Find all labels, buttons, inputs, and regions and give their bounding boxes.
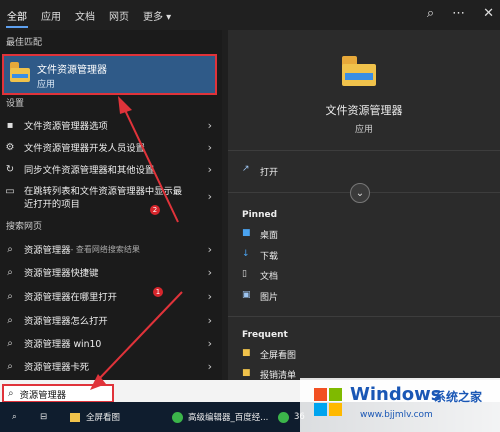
windows-logo-icon [314, 388, 344, 418]
expand-chevron-icon[interactable]: ⌄ [350, 183, 370, 203]
settings-item-sync[interactable]: ↻ 同步文件资源管理器和其他设置 › [0, 158, 222, 180]
best-match-result[interactable]: 文件资源管理器 应用 [2, 54, 217, 95]
web-item-main[interactable]: ⌕ 资源管理器 - 查看网络搜索结果 › [0, 238, 222, 260]
web-item-extra: - 查看网络搜索结果 [70, 244, 140, 254]
close-icon[interactable]: ✕ [483, 6, 494, 21]
web-item-label: 资源管理器快捷键 [24, 268, 99, 279]
tab-web[interactable]: 网页 [102, 0, 136, 30]
settings-item-label: 在跳转列表和文件资源管理器中显示最近打开的项目 [24, 186, 183, 210]
chevron-right-icon[interactable]: › [208, 141, 212, 154]
task-view-icon[interactable]: ⊟ [40, 402, 47, 432]
browser-icon [172, 411, 183, 423]
folder-options-icon: ▪ [6, 119, 14, 131]
tab-documents[interactable]: 文档 [68, 0, 102, 30]
open-label: 打开 [260, 168, 279, 178]
search-icon: ⌕ [7, 290, 13, 302]
chevron-right-icon[interactable]: › [208, 266, 212, 279]
chevron-right-icon[interactable]: › [208, 163, 212, 176]
settings-item-label: 文件资源管理器选项 [24, 121, 108, 132]
more-options-icon[interactable]: ⋯ [452, 6, 465, 21]
tab-all[interactable]: 全部 [0, 0, 34, 30]
results-panel: 最佳匹配 文件资源管理器 应用 设置 ▪ 文件资源管理器选项 › ⚙ 文件资源管… [0, 30, 222, 380]
chevron-right-icon[interactable]: › [208, 360, 212, 373]
feedback-icon[interactable]: ⌕ [427, 6, 434, 21]
best-match-heading: 最佳匹配 [6, 38, 43, 48]
file-explorer-large-icon [342, 56, 376, 86]
pinned-item-label: 桌面 [260, 231, 279, 241]
pinned-item-label: 文档 [260, 272, 279, 282]
search-filter-bar: 全部 应用 文档 网页 更多 ▾ ⌕ ⋯ ✕ [0, 0, 500, 30]
preview-app-type: 应用 [354, 125, 373, 135]
frequent-item-label: 全屏看图 [260, 351, 297, 361]
sync-icon: ↻ [5, 163, 15, 175]
download-icon: ↓ [242, 249, 250, 259]
web-item-label: 资源管理器 [24, 245, 71, 256]
settings-heading: 设置 [6, 99, 25, 109]
chevron-right-icon[interactable]: › [208, 119, 212, 132]
developer-settings-icon: ⚙ [5, 141, 15, 153]
tab-more[interactable]: 更多 ▾ [136, 0, 178, 30]
folder-icon [70, 412, 80, 422]
search-input[interactable]: ⌕ 资源管理器 [2, 384, 114, 403]
taskbar-item-label: 高级编辑器_百度经... [188, 413, 269, 423]
web-item-label: 资源管理器 win10 [24, 339, 102, 350]
best-match-name: 文件资源管理器 [37, 65, 107, 76]
pinned-heading: Pinned [242, 210, 278, 220]
chevron-right-icon[interactable]: › [208, 314, 212, 327]
web-item-label: 资源管理器怎么打开 [24, 316, 108, 327]
watermark-brand: Windows [350, 384, 442, 405]
web-search-heading: 搜索网页 [6, 222, 43, 232]
best-match-type: 应用 [37, 80, 56, 90]
preview-panel: 文件资源管理器 应用 ↗ 打开 ⌄ Pinned ■ 桌面 ↓ 下载 ▯ 文档 … [228, 30, 500, 381]
web-item-shortcut[interactable]: ⌕ 资源管理器快捷键 › [0, 261, 222, 283]
picture-icon: ▣ [242, 290, 251, 300]
settings-item-jumplist[interactable]: ▭ 在跳转列表和文件资源管理器中显示最近打开的项目 › [0, 182, 222, 214]
divider [228, 150, 500, 151]
open-icon: ↗ [242, 164, 250, 174]
settings-item-label: 同步文件资源管理器和其他设置 [24, 165, 155, 176]
pinned-item-label: 下载 [260, 252, 279, 262]
search-icon[interactable]: ⌕ [12, 402, 17, 432]
settings-item-label: 文件资源管理器开发人员设置 [24, 143, 145, 154]
divider [228, 316, 500, 317]
desktop-icon: ■ [242, 228, 251, 238]
web-item-freeze[interactable]: ⌕ 资源管理器卡死 › [0, 355, 222, 377]
search-input-value: 资源管理器 [19, 389, 67, 401]
watermark-url: www.bjjmlv.com [360, 410, 433, 420]
taskbar-item-label: 全屏看图 [86, 413, 121, 423]
web-item-where[interactable]: ⌕ 资源管理器在哪里打开 › [0, 285, 222, 307]
web-item-label: 资源管理器在哪里打开 [24, 292, 117, 303]
chevron-right-icon[interactable]: › [208, 243, 212, 256]
preview-app-name: 文件资源管理器 [325, 104, 403, 117]
frequent-heading: Frequent [242, 330, 288, 340]
search-icon: ⌕ [7, 337, 13, 349]
tab-apps[interactable]: 应用 [34, 0, 68, 30]
step-badge-1: 1 [153, 287, 163, 297]
settings-item-developer[interactable]: ⚙ 文件资源管理器开发人员设置 › [0, 136, 222, 158]
browser-icon [278, 411, 289, 423]
web-item-label: 资源管理器卡死 [24, 362, 90, 373]
document-icon: ▯ [242, 269, 247, 279]
jumplist-icon: ▭ [5, 186, 15, 197]
search-icon: ⌕ [7, 266, 13, 278]
search-icon: ⌕ [7, 243, 13, 255]
folder-icon: ■ [242, 368, 251, 378]
web-item-win10[interactable]: ⌕ 资源管理器 win10 › [0, 332, 222, 354]
search-icon: ⌕ [7, 314, 13, 326]
file-explorer-icon [10, 62, 30, 82]
watermark-cn: 系统之家 [434, 390, 483, 404]
chevron-right-icon[interactable]: › [208, 337, 212, 350]
chevron-right-icon[interactable]: › [208, 290, 212, 303]
folder-icon: ■ [242, 348, 251, 358]
search-icon: ⌕ [7, 360, 13, 372]
step-badge-2: 2 [150, 205, 160, 215]
taskbar-item-editor[interactable]: 高级编辑器_百度经... [172, 402, 268, 432]
search-icon: ⌕ [8, 388, 14, 399]
taskbar-item-viewer[interactable]: 全屏看图 [70, 402, 120, 432]
web-item-how[interactable]: ⌕ 资源管理器怎么打开 › [0, 309, 222, 331]
pinned-item-label: 图片 [260, 293, 279, 303]
watermark: Windows 系统之家 www.bjjmlv.com [300, 378, 500, 432]
chevron-right-icon[interactable]: › [208, 190, 212, 203]
settings-item-options[interactable]: ▪ 文件资源管理器选项 › [0, 114, 222, 136]
